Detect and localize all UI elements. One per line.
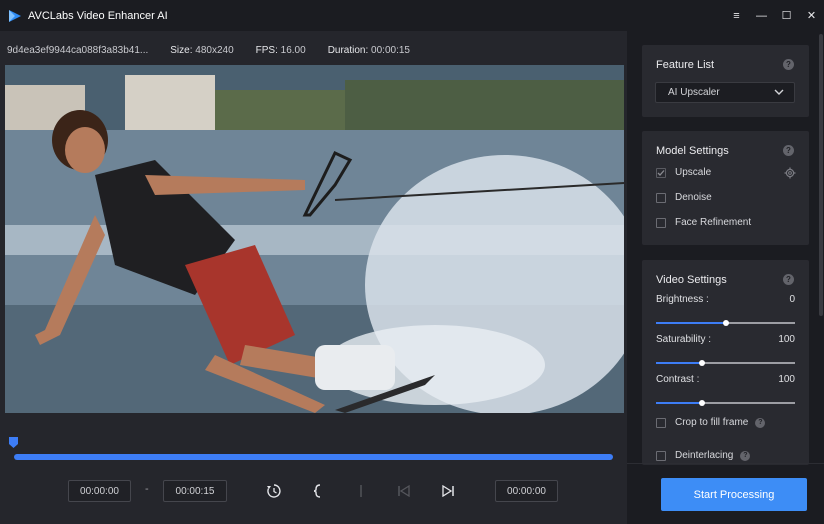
fps-info: FPS: 16.00 xyxy=(256,45,306,59)
help-icon[interactable]: ? xyxy=(755,417,766,428)
minimize-icon[interactable]: — xyxy=(749,0,774,31)
timeline-marker-icon[interactable] xyxy=(9,437,18,448)
size-info: Size: 480x240 xyxy=(170,45,233,59)
time-separator: - xyxy=(145,483,149,495)
deinterlacing-label: Deinterlacing xyxy=(675,450,734,461)
feature-list-title: Feature List xyxy=(656,59,715,71)
title-bar: AVCLabs Video Enhancer AI ≡ — ☐ ✕ xyxy=(0,0,824,31)
model-settings-title: Model Settings xyxy=(656,145,729,157)
face-refinement-label: Face Refinement xyxy=(675,217,752,228)
playback-controls: 00:00:00 - 00:00:15 00:00:00 xyxy=(0,480,627,506)
upscale-option[interactable]: Upscale xyxy=(656,167,711,178)
step-back-icon[interactable] xyxy=(395,481,413,501)
brightness-label: Brightness : xyxy=(656,294,709,305)
upscale-label: Upscale xyxy=(675,167,712,178)
app-logo-icon xyxy=(9,9,21,22)
duration-value: 00:00:15 xyxy=(371,45,410,56)
play-step-icon[interactable] xyxy=(439,481,457,501)
fps-label: FPS: xyxy=(255,45,278,56)
timeline[interactable] xyxy=(0,431,627,471)
fps-value: 16.00 xyxy=(280,45,306,56)
denoise-label: Denoise xyxy=(675,192,712,203)
crop-checkbox[interactable] xyxy=(656,417,666,428)
video-settings-panel: Video Settings ? Brightness : 0 Saturabi… xyxy=(642,260,809,465)
settings-pane: Feature List ? AI Upscaler Model Setting… xyxy=(627,31,824,524)
size-label: Size: xyxy=(170,45,193,56)
duration-info: Duration: 00:00:15 xyxy=(328,45,410,59)
video-settings-title: Video Settings xyxy=(656,274,727,286)
app-title: AVCLabs Video Enhancer AI xyxy=(28,9,168,22)
video-preview[interactable] xyxy=(5,65,624,413)
contrast-label: Contrast : xyxy=(656,374,700,385)
gear-icon[interactable] xyxy=(784,167,796,179)
help-icon[interactable]: ? xyxy=(783,274,794,285)
brightness-slider[interactable] xyxy=(656,320,795,326)
denoise-checkbox[interactable] xyxy=(656,192,666,203)
brightness-slider-fill xyxy=(656,322,726,324)
help-icon[interactable]: ? xyxy=(783,59,794,70)
chevron-down-icon xyxy=(774,89,784,95)
denoise-option[interactable]: Denoise xyxy=(656,192,712,203)
brightness-slider-knob[interactable] xyxy=(723,320,729,326)
history-icon[interactable] xyxy=(265,481,283,501)
video-info-bar: 9d4ea3ef9944ca088f3a83b41... Size: 480x2… xyxy=(7,45,432,59)
window-controls: ≡ — ☐ ✕ xyxy=(724,0,824,31)
saturability-slider[interactable] xyxy=(656,360,795,366)
face-refinement-checkbox[interactable] xyxy=(656,217,666,228)
feature-select-value: AI Upscaler xyxy=(668,87,720,98)
start-processing-button[interactable]: Start Processing xyxy=(661,478,807,511)
close-icon[interactable]: ✕ xyxy=(799,0,824,31)
contrast-slider-knob[interactable] xyxy=(699,400,705,406)
model-settings-panel: Model Settings ? Upscale Denoise Face Re… xyxy=(642,131,809,245)
preview-pane: 9d4ea3ef9944ca088f3a83b41... Size: 480x2… xyxy=(0,31,627,524)
saturability-slider-fill xyxy=(656,362,702,364)
contrast-slider[interactable] xyxy=(656,400,795,406)
saturability-slider-knob[interactable] xyxy=(699,360,705,366)
contrast-value: 100 xyxy=(778,374,795,385)
deinterlacing-option[interactable]: Deinterlacing ? xyxy=(656,450,751,461)
menu-icon[interactable]: ≡ xyxy=(724,0,749,31)
file-name: 9d4ea3ef9944ca088f3a83b41... xyxy=(7,45,149,56)
deinterlacing-checkbox[interactable] xyxy=(656,450,666,461)
feature-list-panel: Feature List ? AI Upscaler xyxy=(642,45,809,117)
size-value: 480x240 xyxy=(195,45,234,56)
face-refinement-option[interactable]: Face Refinement xyxy=(656,217,751,228)
saturability-value: 100 xyxy=(778,334,795,345)
saturability-label: Saturability : xyxy=(656,334,712,345)
help-icon[interactable]: ? xyxy=(783,145,794,156)
mark-in-icon[interactable] xyxy=(309,481,327,501)
contrast-slider-fill xyxy=(656,402,702,404)
footer-divider xyxy=(627,463,824,464)
duration-label: Duration: xyxy=(327,45,369,56)
feature-select[interactable]: AI Upscaler xyxy=(655,82,795,103)
brightness-value: 0 xyxy=(789,294,795,305)
start-time-field[interactable]: 00:00:00 xyxy=(68,480,131,502)
crop-option[interactable]: Crop to fill frame ? xyxy=(656,417,766,428)
upscale-checkbox[interactable] xyxy=(656,167,666,178)
maximize-icon[interactable]: ☐ xyxy=(774,0,799,31)
end-time-field[interactable]: 00:00:15 xyxy=(163,480,227,502)
check-icon xyxy=(657,169,665,176)
current-time-field[interactable]: 00:00:00 xyxy=(495,480,558,502)
timeline-track[interactable] xyxy=(14,454,613,460)
settings-scrollbar[interactable] xyxy=(819,34,823,316)
video-frame-image xyxy=(5,65,624,413)
help-icon[interactable]: ? xyxy=(740,450,751,461)
crop-label: Crop to fill frame xyxy=(675,417,749,428)
mark-out-icon[interactable] xyxy=(352,481,370,501)
